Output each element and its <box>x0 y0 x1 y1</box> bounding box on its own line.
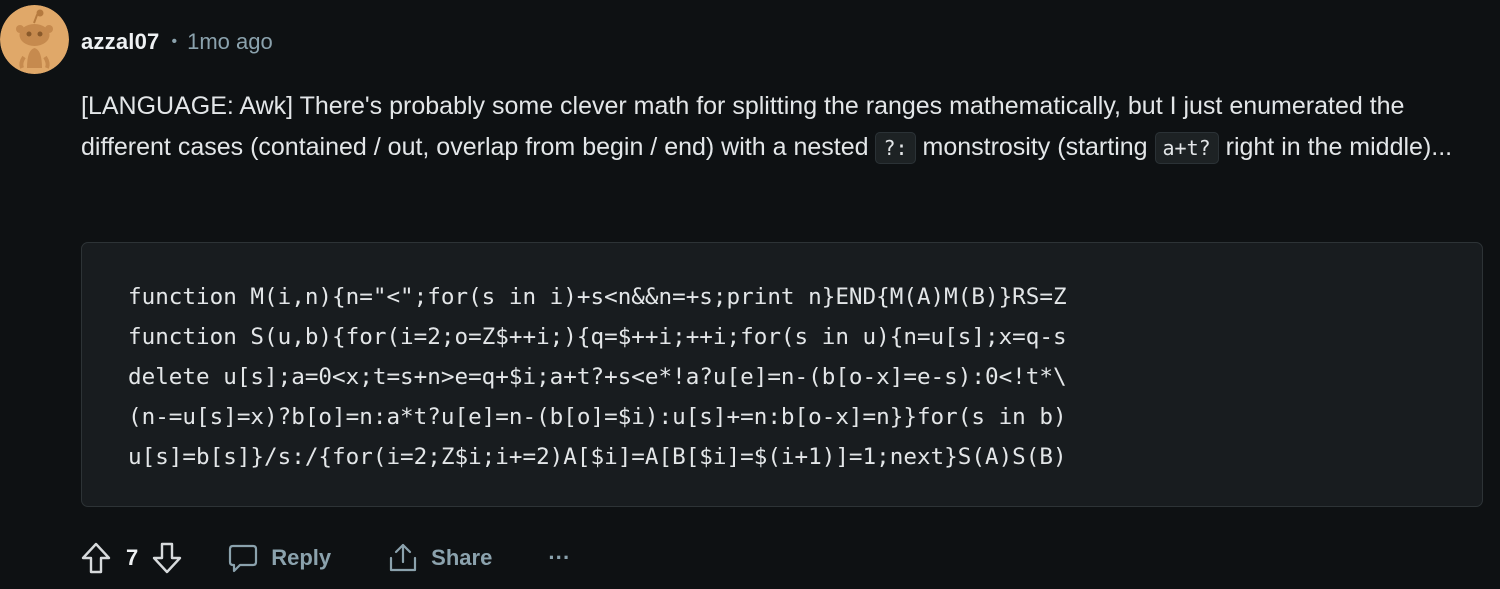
downvote-button[interactable] <box>152 542 182 574</box>
comment-body: [LANGUAGE: Awk] There's probably some cl… <box>81 86 1471 169</box>
more-options-button[interactable]: ··· <box>548 545 570 571</box>
share-label: Share <box>431 545 493 570</box>
arrow-down-icon <box>153 542 182 574</box>
code-line: delete u[s];a=0<x;t=s+n>e=q+$i;a+t?+s<e*… <box>128 364 1067 390</box>
snoo-avatar-icon <box>0 5 69 74</box>
reply-button[interactable]: Reply <box>227 543 331 573</box>
author-username[interactable]: azzal07 <box>81 29 159 55</box>
code-line: u[s]=b[s]}/s:/{for(i=2;Z$i;i+=2)A[$i]=A[… <box>128 444 1067 470</box>
inline-code-ternary: ?: <box>875 132 916 164</box>
share-icon <box>390 543 417 572</box>
body-text-2: monstrosity (starting <box>915 133 1155 161</box>
code-line: (n-=u[s]=x)?b[o]=n:a*t?u[e]=n-(b[o]=$i):… <box>128 404 1067 430</box>
code-line: function M(i,n){n="<";for(s in i)+s<n&&n… <box>128 284 1067 310</box>
separator-dot: • <box>171 33 178 50</box>
speech-bubble-icon <box>229 544 258 573</box>
code-line: function S(u,b){for(i=2;o=Z$++i;){q=$++i… <box>128 324 1067 350</box>
code-block[interactable]: function M(i,n){n="<";for(s in i)+s<n&&n… <box>81 242 1483 507</box>
body-text-3: right in the middle)... <box>1218 133 1453 161</box>
share-button[interactable]: Share <box>387 542 492 574</box>
reply-label: Reply <box>271 545 332 570</box>
inline-code-expression: a+t? <box>1154 132 1219 164</box>
timestamp[interactable]: 1mo ago <box>187 29 273 55</box>
arrow-up-icon <box>81 542 111 574</box>
upvote-button[interactable] <box>81 542 111 574</box>
comment-actions: 7 Reply Share ··· <box>81 536 570 580</box>
avatar[interactable] <box>0 5 69 74</box>
comment-header: azzal07 • 1mo ago <box>81 27 273 57</box>
more-icon: ··· <box>548 545 571 570</box>
vote-count: 7 <box>126 545 139 570</box>
